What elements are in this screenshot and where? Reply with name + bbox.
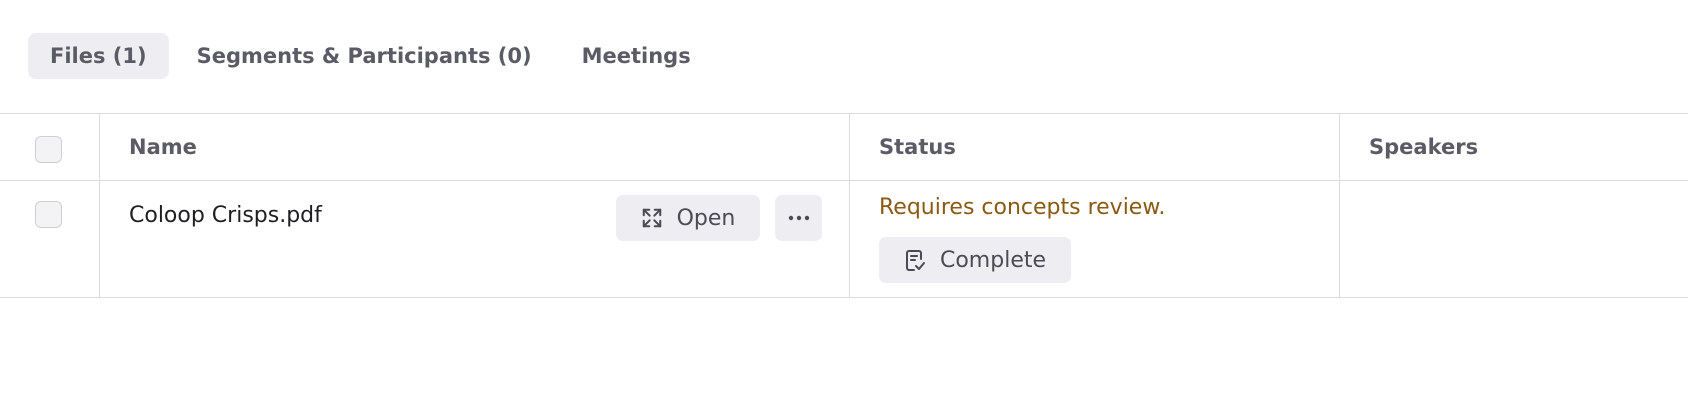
table-row: Coloop Crisps.pdf Open Requires concepts… bbox=[0, 181, 1688, 298]
status-header-label: Status bbox=[879, 135, 956, 159]
complete-button-label: Complete bbox=[939, 247, 1047, 273]
table-header-row: Name Status Speakers bbox=[0, 114, 1688, 181]
name-cell: Coloop Crisps.pdf Open bbox=[100, 181, 850, 297]
more-horizontal-icon bbox=[788, 215, 810, 221]
file-name[interactable]: Coloop Crisps.pdf bbox=[129, 203, 322, 228]
name-column-header: Name bbox=[100, 114, 850, 180]
expand-arrows-icon bbox=[641, 207, 663, 229]
files-table: Name Status Speakers Coloop Crisps.pdf O… bbox=[0, 113, 1688, 298]
row-checkbox[interactable] bbox=[35, 201, 62, 228]
select-all-checkbox[interactable] bbox=[35, 136, 62, 163]
tab-files[interactable]: Files (1) bbox=[28, 33, 169, 79]
tab-bar: Files (1) Segments & Participants (0) Me… bbox=[28, 33, 713, 79]
status-column-header: Status bbox=[850, 114, 1340, 180]
open-button-label: Open bbox=[676, 205, 736, 231]
name-header-label: Name bbox=[129, 135, 197, 159]
complete-button[interactable]: Complete bbox=[879, 237, 1071, 283]
select-column-header bbox=[0, 114, 100, 180]
speakers-header-label: Speakers bbox=[1369, 135, 1479, 159]
more-options-button[interactable] bbox=[775, 195, 822, 241]
open-button[interactable]: Open bbox=[616, 195, 760, 241]
tab-segments-participants[interactable]: Segments & Participants (0) bbox=[175, 33, 554, 79]
speakers-cell bbox=[1340, 181, 1688, 297]
speakers-column-header: Speakers bbox=[1340, 114, 1688, 180]
tab-meetings[interactable]: Meetings bbox=[560, 33, 713, 79]
row-select-cell bbox=[0, 181, 100, 297]
status-message: Requires concepts review. bbox=[879, 195, 1166, 220]
status-cell: Requires concepts review. Complete bbox=[850, 181, 1340, 297]
clipboard-check-icon bbox=[904, 248, 926, 272]
